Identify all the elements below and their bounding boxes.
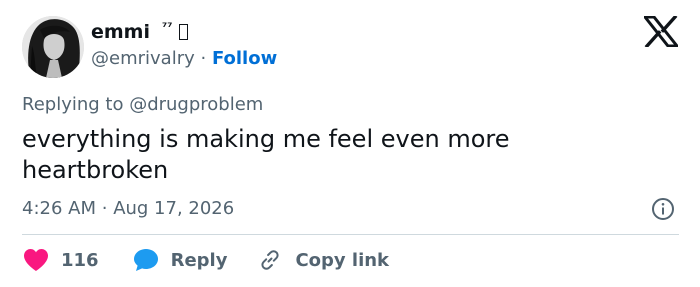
handle-separator: · [200, 48, 212, 69]
info-icon[interactable] [651, 197, 675, 221]
replying-to[interactable]: Replying to @drugproblem [22, 94, 263, 115]
tweet-time: 4:26 AM [22, 198, 96, 219]
speech-bubble-icon [132, 246, 160, 274]
missing-glyph-icon [178, 24, 188, 40]
author-handle[interactable]: @emrivalry [91, 48, 195, 69]
divider [22, 234, 679, 235]
tweet-date: Aug 17, 2026 [113, 198, 235, 219]
like-button[interactable]: 116 [22, 246, 99, 274]
timestamp-separator: · [101, 198, 114, 219]
author-display-name[interactable]: emmi [91, 21, 150, 43]
copy-link-label: Copy link [295, 249, 390, 271]
link-icon [256, 246, 284, 274]
heart-icon [22, 246, 50, 274]
action-bar: 116 Reply Copy link [22, 246, 389, 274]
reply-button[interactable]: Reply [132, 246, 228, 274]
author-handle-row: @emrivalry · Follow [91, 48, 277, 69]
like-count: 116 [61, 249, 99, 271]
author-name-row: emmi ⁷⁷ [91, 20, 188, 43]
tweet-timestamp[interactable]: 4:26 AM · Aug 17, 2026 [22, 198, 234, 219]
x-logo-icon[interactable] [644, 16, 678, 47]
reply-label: Reply [170, 249, 228, 271]
tweet-text: everything is making me feel even more h… [22, 125, 510, 184]
avatar-image [22, 16, 84, 78]
author-name-suffix: ⁷⁷ [162, 20, 173, 34]
copy-link-button[interactable]: Copy link [256, 246, 389, 274]
avatar[interactable] [22, 16, 84, 78]
follow-link[interactable]: Follow [212, 48, 277, 69]
